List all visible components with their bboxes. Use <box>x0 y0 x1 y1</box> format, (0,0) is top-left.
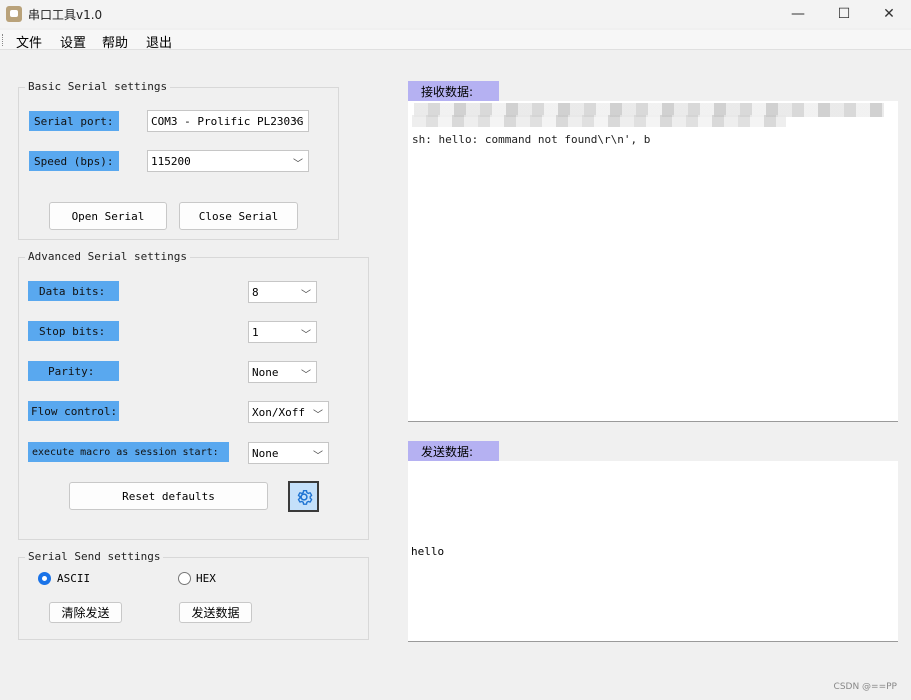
parity-value: None <box>252 365 279 379</box>
flow-control-select[interactable]: Xon/Xoff ﹀ <box>248 401 329 423</box>
send-data-button[interactable]: 发送数据 <box>179 602 252 623</box>
window-title: 串口工具v1.0 <box>28 8 103 22</box>
macro-select[interactable]: None ﹀ <box>248 442 329 464</box>
speed-label: Speed (bps): <box>29 151 119 171</box>
macro-value: None <box>252 446 279 460</box>
stop-bits-select[interactable]: 1 ﹀ <box>248 321 317 343</box>
hex-label: HEX <box>196 572 216 585</box>
redacted-text <box>412 115 786 127</box>
minimize-button[interactable]: — <box>775 0 821 28</box>
data-bits-value: 8 <box>252 285 259 299</box>
advanced-settings-title: Advanced Serial settings <box>25 250 190 263</box>
chevron-down-icon: ﹀ <box>301 290 311 301</box>
send-text: hello <box>411 545 445 558</box>
chevron-down-icon: ﹀ <box>313 410 323 421</box>
menu-grip <box>2 34 4 46</box>
parity-select[interactable]: None ﹀ <box>248 361 317 383</box>
close-window-button[interactable]: ✕ <box>866 0 911 28</box>
chevron-down-icon: ﹀ <box>293 119 303 130</box>
menu-exit[interactable]: 退出 <box>146 32 172 51</box>
parity-label: Parity: <box>28 361 119 381</box>
menu-bar <box>0 30 911 50</box>
speed-select[interactable]: 115200 ﹀ <box>147 150 309 172</box>
chevron-down-icon: ﹀ <box>301 330 311 341</box>
data-bits-label: Data bits: <box>28 281 119 301</box>
menu-file[interactable]: 文件 <box>16 32 42 51</box>
chevron-down-icon: ﹀ <box>313 451 323 462</box>
data-bits-select[interactable]: 8 ﹀ <box>248 281 317 303</box>
serial-port-label: Serial port: <box>29 111 119 131</box>
receive-line: sh: hello: command not found\r\n', b <box>412 133 651 146</box>
chevron-down-icon: ﹀ <box>293 159 303 170</box>
macro-label: execute macro as session start: <box>28 442 229 462</box>
clear-send-button[interactable]: 清除发送 <box>49 602 122 623</box>
speed-value: 115200 <box>151 154 191 168</box>
reset-defaults-button[interactable]: Reset defaults <box>69 482 268 510</box>
chevron-down-icon: ﹀ <box>301 370 311 381</box>
send-data-area[interactable]: hello <box>408 461 898 642</box>
flow-control-value: Xon/Xoff <box>252 405 305 419</box>
send-data-label: 发送数据: <box>408 441 499 461</box>
maximize-button[interactable]: ☐ <box>821 0 867 28</box>
receive-data-area[interactable]: sh: hello: command not found\r\n', b <box>408 101 898 422</box>
basic-settings-title: Basic Serial settings <box>25 80 171 93</box>
stop-bits-label: Stop bits: <box>28 321 119 341</box>
gear-icon <box>297 489 312 505</box>
stop-bits-value: 1 <box>252 325 259 339</box>
flow-control-label: Flow control: <box>28 401 119 421</box>
hex-radio[interactable] <box>178 572 191 585</box>
settings-gear-button[interactable] <box>288 481 319 512</box>
app-icon <box>6 6 22 22</box>
open-serial-button[interactable]: Open Serial <box>49 202 167 230</box>
send-settings-group <box>18 557 369 640</box>
serial-port-value: COM3 - Prolific PL2303G <box>151 114 304 128</box>
send-settings-title: Serial Send settings <box>25 550 164 563</box>
menu-settings[interactable]: 设置 <box>60 32 86 51</box>
receive-data-label: 接收数据: <box>408 81 499 101</box>
close-serial-button[interactable]: Close Serial <box>179 202 298 230</box>
serial-port-select[interactable]: COM3 - Prolific PL2303G ﹀ <box>147 110 309 132</box>
ascii-radio[interactable] <box>38 572 51 585</box>
ascii-label: ASCII <box>57 572 91 585</box>
watermark: CSDN @==PP <box>833 682 897 692</box>
menu-help[interactable]: 帮助 <box>102 32 128 51</box>
